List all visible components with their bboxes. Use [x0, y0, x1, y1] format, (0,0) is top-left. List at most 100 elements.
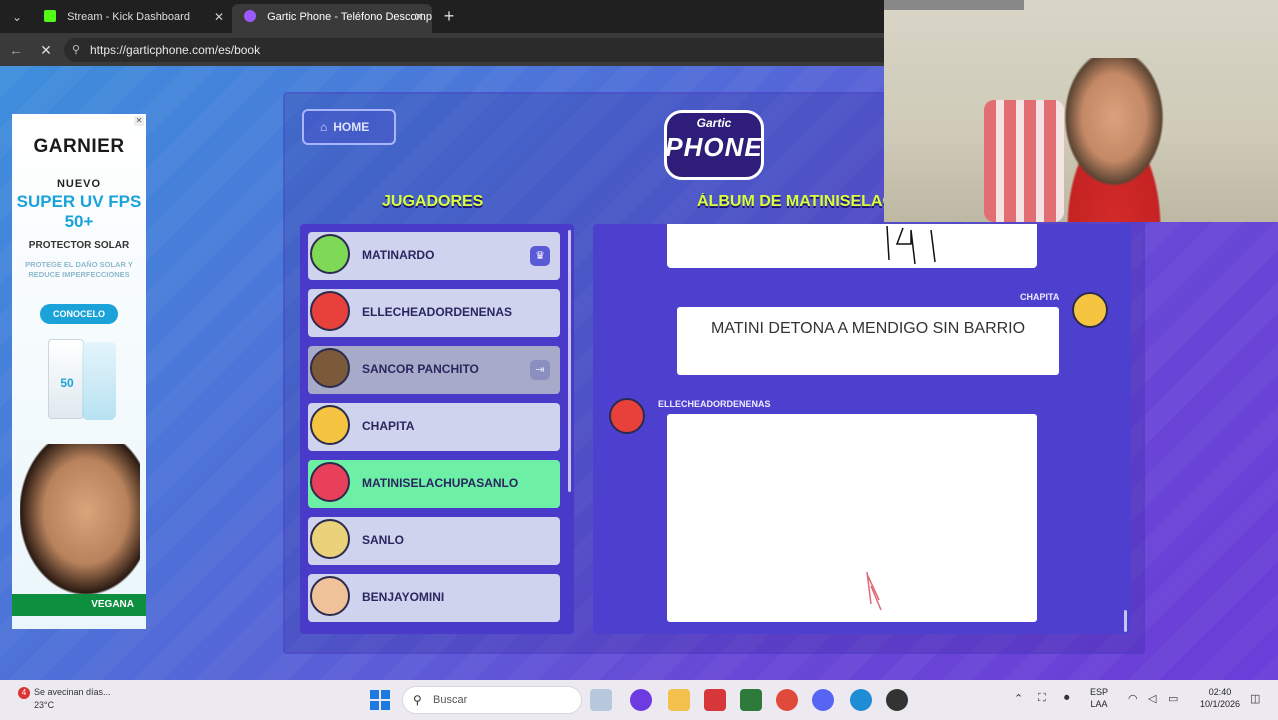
logo-main: PHONE — [665, 132, 763, 162]
author-avatar — [609, 398, 645, 434]
player-row[interactable]: ELLECHEADORDENENAS — [308, 289, 560, 337]
player-row[interactable]: CHAPITA — [308, 403, 560, 451]
minecraft-icon[interactable] — [740, 689, 762, 711]
player-avatar — [310, 576, 350, 616]
tab-title: Gartic Phone - Teléfono Descompuesto — [267, 11, 432, 23]
windows-taskbar: 4 Se avecinan días... 23°C ⚲ Buscar ⌃ ⛶ ⏺ … — [0, 680, 1278, 720]
ad-cta-button[interactable]: CONOCELO — [40, 304, 118, 324]
clock[interactable]: 02:40 10/1/2026 — [1198, 686, 1242, 710]
drawing-sketch — [886, 225, 936, 265]
ad-footer: VEGANA — [91, 599, 134, 610]
site-info-icon[interactable]: ⚲ — [72, 38, 80, 62]
taskbar-app-icon[interactable] — [590, 689, 612, 711]
clock-date: 10/1/2026 — [1199, 699, 1241, 709]
reload-icon[interactable]: ✕ — [36, 40, 56, 60]
product-bottle-image: 50 — [48, 339, 84, 419]
ad-close-icon[interactable]: ✕ — [134, 116, 144, 126]
ad-headline: SUPER UV FPS 50+ — [16, 192, 142, 231]
player-avatar — [310, 234, 350, 274]
logo-top: Gartic — [696, 116, 732, 130]
album-scrollbar[interactable] — [1124, 610, 1127, 632]
lang-top: ESP — [1090, 687, 1109, 697]
player-row[interactable]: SANCOR PANCHITO ⇥ — [308, 346, 560, 394]
player-row-current[interactable]: MATINISELACHUPASANLO — [308, 460, 560, 508]
tab-title: Stream - Kick Dashboard — [67, 11, 190, 23]
players-title: JUGADORES — [382, 193, 484, 210]
tab-gartic-phone[interactable]: Gartic Phone - Teléfono Descompuesto ✕ — [232, 4, 432, 33]
player-row[interactable]: SANLO — [308, 517, 560, 565]
bottle-label: 50 — [60, 376, 74, 390]
entry-author: ELLECHEADORDENENAS — [658, 399, 771, 409]
tab-list-dropdown-icon[interactable]: ⌄ — [6, 6, 28, 28]
copilot-icon[interactable] — [630, 689, 652, 711]
taskbar-search[interactable]: ⚲ Buscar — [402, 686, 582, 714]
players-scrollbar[interactable] — [568, 230, 571, 492]
player-avatar — [310, 291, 350, 331]
players-list: MATINARDO ♛ ELLECHEADORDENENAS SANCOR PA… — [300, 224, 574, 634]
discord-icon[interactable] — [812, 689, 834, 711]
ad-brand: GARNIER — [33, 136, 125, 157]
windows-start-icon[interactable] — [370, 690, 390, 710]
back-arrow-icon[interactable]: ← — [6, 40, 26, 60]
home-label: HOME — [333, 120, 370, 134]
album-panel: CHAPITA MATINI DETONA A MENDIGO SIN BARR… — [593, 224, 1131, 634]
url-text: https://garticphone.com/es/book — [90, 43, 261, 57]
player-avatar — [310, 405, 350, 445]
album-title: ÁLBUM DE MATINISELACHUPASANLO — [697, 193, 885, 210]
drawing-canvas — [667, 414, 1037, 622]
language-indicator[interactable]: ESP LAA — [1090, 686, 1108, 710]
weather-widget[interactable]: 4 Se avecinan días... 23°C — [18, 686, 111, 711]
author-avatar — [1072, 292, 1108, 328]
player-row[interactable]: MATINARDO ♛ — [308, 232, 560, 280]
gartic-icon — [244, 10, 256, 22]
product-drop-image — [82, 342, 116, 420]
address-bar-row: ← ✕ ⚲ https://garticphone.com/es/book — [0, 33, 884, 66]
home-icon: ⌂ — [320, 120, 328, 134]
obs-icon[interactable] — [886, 689, 908, 711]
player-name: CHAPITA — [362, 419, 415, 433]
player-name: BENJAYOMINI — [362, 590, 445, 604]
player-avatar — [310, 519, 350, 559]
battery-icon[interactable]: ▭ — [1168, 692, 1178, 705]
entry-author: CHAPITA — [1020, 292, 1060, 302]
ad-subhead: PROTECTOR SOLAR — [28, 240, 130, 251]
notifications-icon[interactable]: ◫ — [1250, 692, 1260, 705]
drawing-card-top — [667, 224, 1037, 268]
player-name: SANCOR PANCHITO — [362, 362, 479, 376]
app-e-icon[interactable] — [704, 689, 726, 711]
webcam-overlay — [884, 0, 1278, 222]
close-tab-icon[interactable]: ✕ — [214, 4, 224, 31]
player-name: ELLECHEADORDENENAS — [362, 305, 513, 319]
player-name: MATINARDO — [362, 248, 435, 262]
crown-icon: ♛ — [530, 246, 550, 266]
gartic-phone-logo: Gartic PHONE — [654, 110, 774, 182]
weather-temp: 23°C — [34, 700, 55, 710]
webcam-background — [884, 0, 1024, 10]
player-row[interactable]: BENJAYOMINI — [308, 574, 560, 622]
tab-kick-dashboard[interactable]: Stream - Kick Dashboard ✕ — [32, 4, 232, 33]
webcam-person — [1034, 58, 1194, 222]
new-tab-icon[interactable]: + — [438, 5, 460, 27]
player-name: MATINISELACHUPASANLO — [362, 476, 519, 490]
wifi-icon[interactable]: ◠ — [1128, 692, 1138, 705]
search-icon: ⚲ — [413, 693, 422, 707]
edge-icon[interactable] — [850, 689, 872, 711]
clock-time: 02:40 — [1208, 687, 1232, 697]
player-avatar — [310, 348, 350, 388]
weather-badge: 4 — [18, 687, 30, 699]
search-placeholder: Buscar — [433, 694, 468, 706]
url-field[interactable]: ⚲ https://garticphone.com/es/book — [64, 38, 884, 62]
network-icon[interactable]: ⛶ — [1038, 692, 1046, 705]
show-hidden-icons-icon[interactable]: ⌃ — [1014, 692, 1023, 705]
home-button[interactable]: ⌂ HOME — [302, 109, 396, 145]
microphone-icon[interactable]: ⏺ — [1064, 692, 1070, 705]
chrome-icon[interactable] — [776, 689, 798, 711]
ad-model-image — [20, 444, 140, 594]
garnier-ad[interactable]: ✕ GARNIER NUEVO SUPER UV FPS 50+ PROTECT… — [12, 114, 146, 629]
close-tab-icon[interactable]: ✕ — [414, 4, 424, 31]
ad-tag: NUEVO — [56, 178, 102, 190]
browser-tab-bar: ⌄ Stream - Kick Dashboard ✕ Gartic Phone… — [0, 0, 884, 33]
file-explorer-icon[interactable] — [668, 689, 690, 711]
volume-icon[interactable]: ◁ — [1148, 692, 1156, 705]
exit-icon: ⇥ — [530, 360, 550, 380]
